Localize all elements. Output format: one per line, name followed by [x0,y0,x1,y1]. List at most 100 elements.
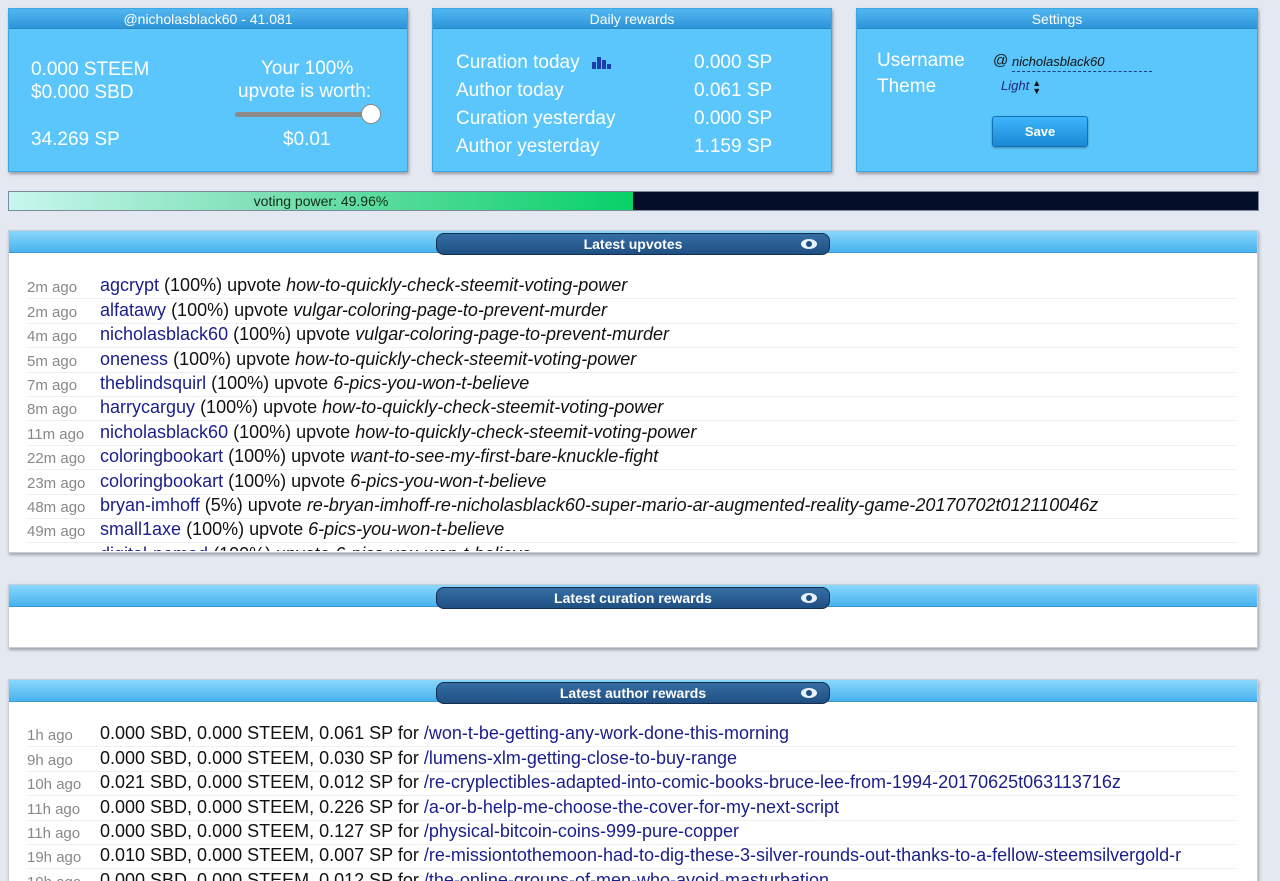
vote-percent: (5%) upvote [204,494,302,515]
eye-icon[interactable] [801,239,817,249]
author-panel-title: Latest author rewards [559,685,707,701]
upvote-row: 7m ago theblindsquirl (100%) upvote 6-pic… [27,373,1237,397]
reward-time: 11h ago [27,824,81,842]
post-link[interactable]: /physical-bitcoin-coins-999-pure-copper [424,821,739,841]
voting-power-bar: voting power: 49.96% [8,191,1259,211]
username-label: Username [877,50,965,71]
upvote-text: nicholasblack60 (100%) upvote how-to-qui… [100,422,696,445]
upvote-row: 2m ago alfatawy (100%) upvote vulgar-colo… [27,299,1237,324]
post-permlink: 6-pics-you-won-t-believe [333,372,530,393]
post-link[interactable]: /the-online-groups-of-men-who-avoid-mast… [424,870,829,881]
curation-yesterday-label: Curation yesterday [456,108,616,129]
account-title: @nicholasblack60 - 41.081 [9,9,407,29]
voter-link[interactable]: digital-nomad [100,544,208,551]
post-link[interactable]: /re-missiontothemoon-had-to-dig-these-3-… [424,845,1181,865]
username-input[interactable] [1012,52,1152,72]
upvotes-panel-title: Latest upvotes [583,236,683,252]
upvote-text: harrycarguy (100%) upvote how-to-quickly… [100,397,663,420]
author-today-value: 0.061 SP [694,80,773,101]
upvote-text: nicholasblack60 (100%) upvote vulgar-col… [100,324,669,347]
steem-balance: 0.000 STEEM [31,59,150,80]
author-panel-header: Latest author rewards [9,680,1257,704]
upvote-row: 49m agodigital-nomad (100%) upvote 6-pic… [27,543,1237,551]
author-panel-title-bar[interactable]: Latest author rewards [436,682,830,704]
upvote-text: alfatawy (100%) upvote vulgar-coloring-p… [100,300,607,323]
author-reward-row: 19h ago0.000 SBD, 0.000 STEEM, 0.012 SP … [27,869,1237,881]
author-yesterday-value: 1.159 SP [694,136,773,157]
select-arrows-icon: ▲ ▼ [1032,77,1042,96]
post-permlink: how-to-quickly-check-steemit-voting-powe… [355,421,697,442]
save-button[interactable]: Save [992,116,1088,147]
author-rewards-list: 1h ago 0.000 SBD, 0.000 STEEM, 0.061 SP f… [9,702,1257,881]
upvotes-list: 2m ago agcrypt (100%) upvote how-to-quick… [9,253,1257,551]
voter-link[interactable]: theblindsquirl [100,373,206,393]
author-reward-row: 11h ago 0.000 SBD, 0.000 STEEM, 0.127 SP … [27,821,1237,845]
author-reward-row: 19h ago 0.010 SBD, 0.000 STEEM, 0.007 SP … [27,845,1237,870]
voter-link[interactable]: bryan-imhoff [100,495,200,515]
voter-link[interactable]: harrycarguy [100,397,195,417]
vote-percent: (100%) upvote [200,397,318,418]
upvote-time: 49m ago [27,548,100,551]
post-permlink: want-to-see-my-first-bare-knuckle-fight [350,446,659,467]
post-link[interactable]: /re-cryplectibles-adapted-into-comic-boo… [424,772,1121,792]
voter-link[interactable]: coloringbookart [100,471,223,491]
upvote-time: 4m ago [27,328,78,346]
upvote-row: 8m ago harrycarguy (100%) upvote how-to-q… [27,397,1237,422]
upvote-row: 11m ago nicholasblack60 (100%) upvote how… [27,421,1237,446]
voter-link[interactable]: agcrypt [100,275,159,295]
vote-percent: (100%) upvote [233,421,351,442]
eye-icon[interactable] [801,688,817,698]
curation-panel-title-bar[interactable]: Latest curation rewards [436,587,830,609]
voter-link[interactable]: alfatawy [100,300,166,320]
reward-time: 1h ago [27,727,73,745]
upvote-time: 23m ago [27,474,86,492]
post-permlink: 6-pics-you-won-t-believe [350,470,547,491]
vote-percent: (100%) upvote [228,446,346,467]
upvote-time: 48m ago [27,498,86,516]
reward-text: 0.000 SBD, 0.000 STEEM, 0.127 SP for /ph… [100,821,739,844]
upvote-row: 5m ago oneness (100%) upvote how-to-quick… [27,348,1237,373]
author-reward-row: 11h ago 0.000 SBD, 0.000 STEEM, 0.226 SP … [27,796,1237,821]
voter-link[interactable]: coloringbookart [100,446,223,466]
post-link[interactable]: /a-or-b-help-me-choose-the-cover-for-my-… [424,797,839,817]
bar-chart-icon[interactable] [592,55,612,69]
post-link[interactable]: /lumens-xlm-getting-close-to-buy-range [424,748,737,768]
reward-time: 11h ago [27,800,81,818]
upvote-row: 22m ago coloringbookart (100%) upvote wan… [27,446,1237,471]
post-permlink: vulgar-coloring-page-to-prevent-murder [293,299,607,320]
upvote-time: 11m ago [27,425,85,443]
voter-link[interactable]: nicholasblack60 [100,422,228,442]
sbd-balance: $0.000 SBD [31,82,134,103]
curation-panel-header: Latest curation rewards [9,585,1257,609]
upvote-time: 2m ago [27,303,78,321]
eye-icon[interactable] [801,593,817,603]
author-today-label: Author today [456,80,564,101]
curation-today-value: 0.000 SP [694,52,773,73]
theme-select-value: Light [1001,78,1030,93]
voter-link[interactable]: oneness [100,349,168,369]
settings-title: Settings [857,9,1257,29]
reward-text: 0.000 SBD, 0.000 STEEM, 0.012 SP for /th… [100,870,829,881]
upvote-label-line2: upvote is worth: [238,81,372,102]
post-permlink: vulgar-coloring-page-to-prevent-murder [355,324,670,345]
upvote-weight-slider-thumb[interactable] [361,104,381,124]
theme-select[interactable]: Light ▲ ▼ [1001,78,1041,98]
curation-today-label: Curation today [456,52,580,73]
upvote-text: bryan-imhoff (5%) upvote re-bryan-imhoff… [100,495,1098,518]
daily-rewards-card: Daily rewards Curation today 0.000 SP Au… [432,8,832,172]
reward-amounts: 0.000 SBD, 0.000 STEEM, 0.061 SP for [100,723,419,744]
voter-link[interactable]: small1axe [100,519,181,539]
post-link[interactable]: /won-t-be-getting-any-work-done-this-mor… [424,723,789,743]
upvote-weight-slider[interactable] [235,112,377,117]
upvotes-panel-title-bar[interactable]: Latest upvotes [436,233,830,255]
upvote-text: oneness (100%) upvote how-to-quickly-che… [100,349,636,372]
author-reward-row: 10h ago 0.021 SBD, 0.000 STEEM, 0.012 SP … [27,772,1237,797]
reward-amounts: 0.010 SBD, 0.000 STEEM, 0.007 SP for [100,845,419,866]
voter-link[interactable]: nicholasblack60 [100,324,228,344]
upvote-text: coloringbookart (100%) upvote want-to-se… [100,446,658,469]
voting-power-label: voting power: 49.96% [253,193,389,209]
post-permlink: 6-pics-you-won-t-believe [308,519,505,540]
post-permlink: 6-pics-you-won-t-believe [335,544,531,551]
upvote-text: agcrypt (100%) upvote how-to-quickly-che… [100,275,627,298]
upvotes-panel-header: Latest upvotes [9,231,1257,255]
